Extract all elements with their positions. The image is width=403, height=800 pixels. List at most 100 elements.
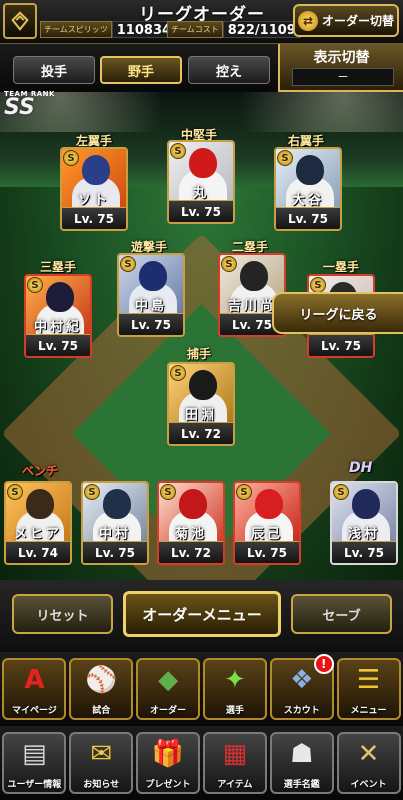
team-spirit-label: チームスピリッツ bbox=[40, 21, 112, 38]
menu-order[interactable]: ◆ オーダー bbox=[136, 658, 201, 720]
player-level: Lv. 75 bbox=[62, 207, 126, 229]
gift-icon: 🎁 bbox=[151, 739, 185, 769]
reset-button[interactable]: リセット bbox=[12, 594, 113, 634]
player-card-third-base[interactable]: S 中村紀 Lv. 75 bbox=[24, 274, 92, 358]
player-name: 中島 bbox=[134, 299, 167, 314]
menu-event[interactable]: ✕ イベント bbox=[336, 732, 401, 794]
player-name: 大谷 bbox=[291, 193, 324, 208]
rank-badge-icon: S bbox=[160, 484, 176, 500]
menu-players[interactable]: ✦ 選手 bbox=[202, 658, 267, 720]
rank-badge-icon: S bbox=[7, 484, 23, 500]
player-level: Lv. 72 bbox=[169, 422, 233, 444]
player-name: 辰己 bbox=[250, 527, 283, 542]
player-name: 菊池 bbox=[174, 527, 207, 542]
player-name: ソト bbox=[77, 193, 110, 208]
player-level: Lv. 74 bbox=[6, 541, 70, 563]
order-switch-button[interactable]: ⇄ オーダー切替 bbox=[293, 4, 399, 37]
menu-present[interactable]: 🎁 プレゼント bbox=[136, 732, 201, 794]
player-level: Lv. 72 bbox=[159, 541, 223, 563]
rank-badge-icon: S bbox=[170, 143, 186, 159]
menu-news[interactable]: ✉ お知らせ bbox=[69, 732, 134, 794]
team-spirit: チームスピリッツ 110834 bbox=[40, 21, 177, 38]
player-card-bench-3[interactable]: S 菊池 Lv. 72 bbox=[157, 481, 225, 565]
menu-mypage[interactable]: A マイページ bbox=[2, 658, 67, 720]
menu-user-info[interactable]: ▤ ユーザー情報 bbox=[2, 732, 67, 794]
order-menu-button[interactable]: オーダーメニュー bbox=[123, 591, 281, 637]
team-rank: TEAM RANK SS bbox=[4, 90, 60, 122]
switch-icon: ⇄ bbox=[297, 10, 318, 31]
player-icon: ✦ bbox=[223, 665, 246, 695]
rank-badge-icon: S bbox=[221, 256, 237, 272]
player-level: Lv. 75 bbox=[332, 541, 396, 563]
menu-game[interactable]: ⚾ 試合 bbox=[69, 658, 134, 720]
menu-item[interactable]: ▦ アイテム bbox=[202, 732, 267, 794]
player-level: Lv. 75 bbox=[235, 541, 299, 563]
player-name: 田淵 bbox=[184, 408, 217, 423]
rank-badge-icon: S bbox=[27, 277, 43, 293]
header: リーグオーダー チームスピリッツ 110834 チームコスト 822/1109 … bbox=[0, 0, 403, 44]
main-menu-row: A マイページ ⚾ 試合 ◆ オーダー ✦ 選手 ❖ スカウト ! ☰ メニュー bbox=[0, 652, 403, 726]
player-card-right-field[interactable]: S 大谷 Lv. 75 bbox=[274, 147, 342, 231]
diamond-field-icon: ◆ bbox=[158, 665, 179, 695]
rank-badge-icon: S bbox=[120, 256, 136, 272]
player-level: Lv. 75 bbox=[26, 334, 90, 356]
player-level: Lv. 75 bbox=[309, 334, 373, 356]
menu-player-directory[interactable]: ☗ 選手名鑑 bbox=[269, 732, 334, 794]
tab-fielder[interactable]: 野手 bbox=[100, 56, 182, 84]
menu-label: 選手名鑑 bbox=[283, 780, 320, 790]
baseball-icon: ⚾ bbox=[85, 665, 118, 695]
menu-label: プレゼント bbox=[145, 780, 191, 790]
team-cost-value: 822/1109 bbox=[222, 21, 301, 38]
back-to-league-button[interactable]: リーグに戻る bbox=[272, 292, 403, 334]
player-card-left-field[interactable]: S ソト Lv. 75 bbox=[60, 147, 128, 231]
mypage-icon: A bbox=[24, 665, 45, 695]
menu-label: スカウト bbox=[283, 706, 320, 716]
player-directory-icon: ☗ bbox=[290, 739, 314, 769]
menu-label: 試合 bbox=[92, 706, 111, 716]
menu-icon: ☰ bbox=[356, 665, 381, 695]
news-icon: ✉ bbox=[90, 739, 113, 769]
menu-label: オーダー bbox=[150, 706, 187, 716]
rank-badge-icon: S bbox=[310, 277, 326, 293]
item-icon: ▦ bbox=[222, 739, 248, 769]
menu-label: ユーザー情報 bbox=[7, 780, 62, 790]
position-label-dh: DH bbox=[349, 460, 373, 476]
tab-pitcher[interactable]: 投手 bbox=[13, 56, 95, 84]
player-level: Lv. 75 bbox=[119, 313, 183, 335]
rank-badge-icon: S bbox=[236, 484, 252, 500]
player-name: 丸 bbox=[192, 186, 209, 201]
menu-label: メニュー bbox=[350, 706, 387, 716]
player-card-bench-2[interactable]: S 中村 Lv. 75 bbox=[81, 481, 149, 565]
team-logo-icon[interactable] bbox=[3, 3, 37, 39]
player-name: メヒア bbox=[13, 527, 62, 542]
player-card-bench-1[interactable]: S メヒア Lv. 74 bbox=[4, 481, 72, 565]
order-switch-label: オーダー切替 bbox=[321, 14, 394, 28]
player-card-shortstop[interactable]: S 中島 Lv. 75 bbox=[117, 253, 185, 337]
rank-badge-icon: S bbox=[84, 484, 100, 500]
menu-menu[interactable]: ☰ メニュー bbox=[336, 658, 401, 720]
team-rank-value: SS bbox=[4, 95, 35, 120]
player-name: 中村 bbox=[98, 527, 131, 542]
player-card-center-field[interactable]: S 丸 Lv. 75 bbox=[167, 140, 235, 224]
rank-badge-icon: S bbox=[333, 484, 349, 500]
position-label-bench: ベンチ bbox=[22, 464, 59, 478]
bats-icon: ✕ bbox=[357, 739, 380, 769]
tab-reserve[interactable]: 控え bbox=[188, 56, 270, 84]
menu-label: イベント bbox=[350, 780, 387, 790]
rank-badge-icon: S bbox=[277, 150, 293, 166]
rank-badge-icon: S bbox=[170, 365, 186, 381]
team-cost-label: チームコスト bbox=[167, 21, 223, 38]
save-button[interactable]: セーブ bbox=[291, 594, 392, 634]
player-level: Lv. 75 bbox=[276, 207, 340, 229]
user-info-icon: ▤ bbox=[22, 739, 47, 769]
player-card-bench-4[interactable]: S 辰己 Lv. 75 bbox=[233, 481, 301, 565]
order-action-bar: リセット オーダーメニュー セーブ bbox=[0, 580, 403, 652]
rank-badge-icon: S bbox=[63, 150, 79, 166]
display-switch-button[interactable]: 表示切替 － bbox=[278, 44, 403, 92]
player-card-catcher[interactable]: S 田淵 Lv. 72 bbox=[167, 362, 235, 446]
menu-label: マイページ bbox=[11, 706, 57, 716]
scout-icon: ❖ bbox=[290, 665, 314, 695]
menu-scout[interactable]: ❖ スカウト ! bbox=[269, 654, 334, 720]
display-switch-title: 表示切替 bbox=[313, 50, 370, 66]
player-card-dh[interactable]: S 浅村 Lv. 75 bbox=[330, 481, 398, 565]
